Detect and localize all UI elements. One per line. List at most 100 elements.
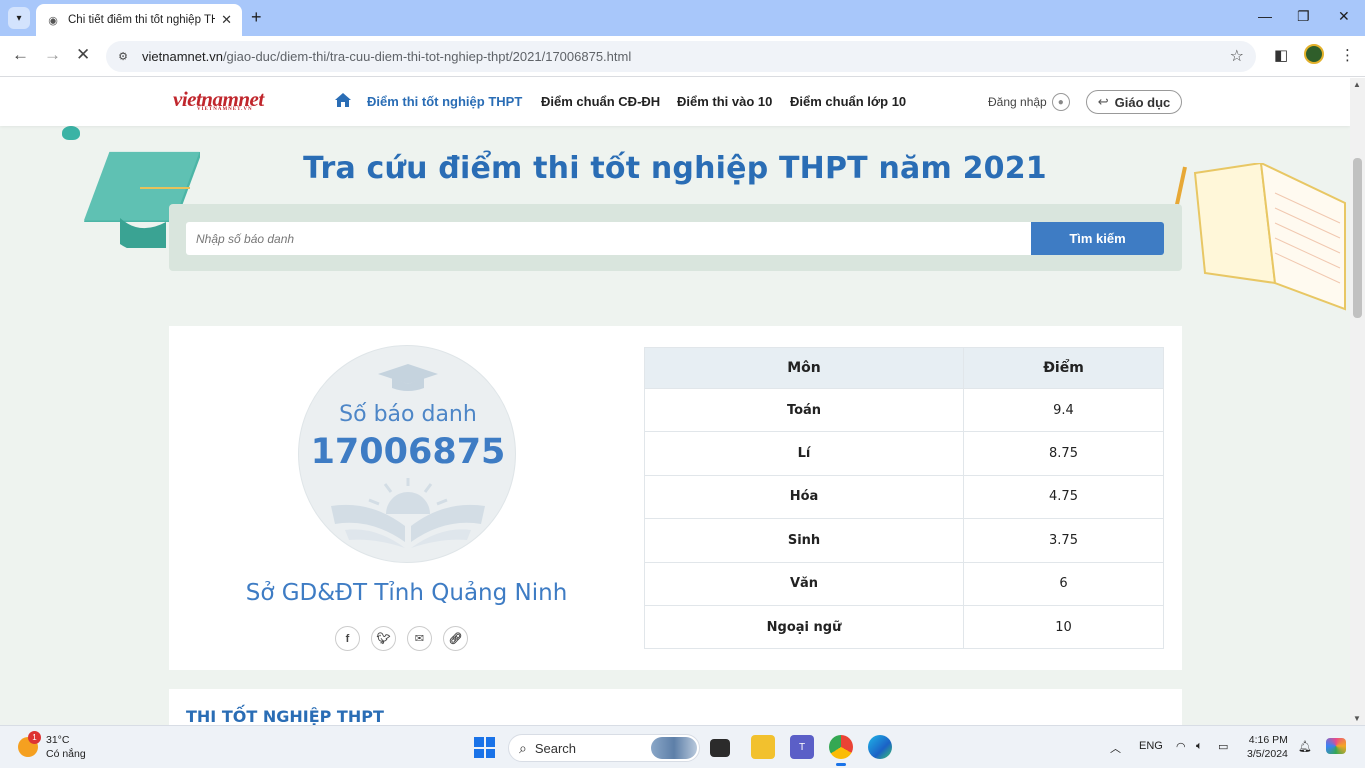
- url-text[interactable]: vietnamnet.vn/giao-duc/diem-thi/tra-cuu-…: [142, 49, 631, 64]
- subject-cell: Lí: [644, 431, 964, 476]
- email-icon[interactable]: ✉: [407, 626, 432, 651]
- table-header-row: Môn Điểm: [644, 347, 1164, 389]
- search-panel: Tìm kiếm: [169, 204, 1182, 271]
- nav-diem-thi-tot-nghiep[interactable]: Điểm thi tốt nghiệp THPT: [367, 94, 522, 109]
- subject-cell: Văn: [644, 561, 964, 606]
- weather-description: Có nắng: [46, 748, 86, 760]
- tab-favicon-icon: ◉: [48, 14, 58, 27]
- volume-icon[interactable]: 🔈︎: [1196, 740, 1203, 753]
- search-icon: ⌕: [519, 739, 527, 756]
- chrome-icon[interactable]: [829, 735, 853, 766]
- table-row: Toán 9.4: [644, 387, 1164, 433]
- graduation-cap-icon: [378, 364, 438, 391]
- score-cell: 4.75: [963, 474, 1164, 520]
- category-label: Giáo dục: [1114, 94, 1171, 110]
- site-header: vietnamnet VIETNAMNET.VN Điểm thi tốt ng…: [0, 78, 1350, 126]
- table-row: Ngoại ngữ 10: [644, 604, 1164, 650]
- notification-badge: 1: [28, 731, 41, 744]
- category-pill-button[interactable]: ↩ Giáo dục: [1086, 90, 1182, 114]
- section-card: THI TỐT NGHIỆP THPT: [169, 689, 1182, 725]
- url-path: /giao-duc/diem-thi/tra-cuu-diem-thi-tot-…: [222, 49, 632, 64]
- system-clock[interactable]: 4:16 PM 3/5/2024: [1247, 733, 1288, 761]
- scroll-down-arrow-icon[interactable]: ▼: [1353, 714, 1361, 723]
- department-name: Sở GD&ĐT Tỉnh Quảng Ninh: [245, 580, 568, 606]
- link-icon[interactable]: 🔗︎: [443, 626, 468, 651]
- facebook-icon[interactable]: f: [335, 626, 360, 651]
- twitter-icon[interactable]: 🐦︎: [371, 626, 396, 651]
- page-viewport: vietnamnet VIETNAMNET.VN Điểm thi tốt ng…: [0, 78, 1350, 725]
- home-icon[interactable]: [335, 93, 351, 107]
- address-bar[interactable]: ⚙ vietnamnet.vn/giao-duc/diem-thi/tra-cu…: [106, 41, 1256, 72]
- taskbar-search-label: Search: [534, 740, 577, 756]
- menu-kebab-icon[interactable]: ⋮: [1340, 46, 1355, 64]
- table-row: Sinh 3.75: [644, 518, 1164, 563]
- open-book-sunrise-icon: [331, 478, 485, 548]
- vietnamnet-logo[interactable]: vietnamnet VIETNAMNET.VN: [173, 87, 264, 112]
- score-cell: 9.4: [963, 387, 1164, 433]
- candidate-badge: Số báo danh 17006875: [298, 345, 516, 563]
- login-link[interactable]: Đăng nhập ●: [988, 93, 1070, 111]
- page-title: Tra cứu điểm thi tốt nghiệp THPT năm 202…: [303, 151, 1047, 186]
- window-close-button[interactable]: ✕: [1338, 8, 1350, 25]
- copilot-icon[interactable]: [1326, 738, 1346, 754]
- subject-cell: Toán: [644, 387, 964, 433]
- search-highlight-image: [651, 737, 697, 759]
- nav-diem-chuan-lop-10[interactable]: Điểm chuẩn lớp 10: [790, 94, 906, 109]
- wifi-icon[interactable]: ◠: [1176, 740, 1186, 753]
- task-view-icon[interactable]: [710, 739, 730, 757]
- clock-time: 4:16 PM: [1248, 734, 1288, 746]
- subject-cell: Hóa: [644, 474, 964, 520]
- new-tab-button[interactable]: +: [251, 8, 262, 26]
- bookmark-star-icon[interactable]: ☆: [1230, 46, 1244, 66]
- edge-icon[interactable]: [868, 735, 892, 759]
- side-panel-icon[interactable]: ◧: [1274, 46, 1288, 64]
- restore-button[interactable]: ❐: [1297, 8, 1310, 25]
- forward-arrow-icon[interactable]: →: [44, 45, 61, 65]
- back-arrow-icon[interactable]: ←: [12, 45, 29, 65]
- show-hidden-icons-chevron-icon[interactable]: ︿: [1110, 740, 1121, 756]
- teams-icon[interactable]: T: [790, 735, 814, 759]
- decorative-leaf-icon: [62, 126, 80, 140]
- language-indicator[interactable]: ENG: [1139, 740, 1163, 752]
- candidate-number: 17006875: [310, 432, 506, 472]
- score-cell: 8.75: [963, 431, 1164, 476]
- score-table: Môn Điểm Toán 9.4 Lí 8.75 Hóa 4.75 Sinh 3.75…: [644, 347, 1164, 650]
- tab-search-button[interactable]: ▾: [8, 7, 30, 29]
- candidate-number-input[interactable]: [186, 222, 1032, 255]
- section-title[interactable]: THI TỐT NGHIỆP THPT: [186, 707, 384, 725]
- notification-bell-icon[interactable]: 🔔︎: [1298, 740, 1312, 753]
- scroll-up-arrow-icon[interactable]: ▲: [1353, 80, 1361, 89]
- table-row: Hóa 4.75: [644, 474, 1164, 520]
- stop-loading-icon[interactable]: ✕: [76, 45, 90, 65]
- score-cell: 6: [963, 561, 1164, 606]
- search-button[interactable]: Tìm kiếm: [1031, 222, 1164, 255]
- column-header-score: Điểm: [963, 347, 1164, 389]
- nav-diem-chuan-cd-dh[interactable]: Điểm chuẩn CĐ-ĐH: [541, 94, 660, 109]
- scrollbar-thumb[interactable]: [1353, 158, 1362, 318]
- subject-cell: Ngoại ngữ: [644, 604, 964, 650]
- score-cell: 10: [963, 604, 1164, 650]
- windows-start-icon[interactable]: [474, 737, 495, 758]
- browser-tab[interactable]: ◉ Chi tiết điểm thi tốt nghiệp THPT ✕: [36, 4, 242, 36]
- table-row: Lí 8.75: [644, 431, 1164, 476]
- site-info-icon[interactable]: ⚙: [112, 46, 134, 68]
- minimize-button[interactable]: —: [1258, 8, 1272, 24]
- nav-diem-thi-vao-10[interactable]: Điểm thi vào 10: [677, 94, 772, 109]
- file-explorer-icon[interactable]: [751, 735, 775, 759]
- table-row: Văn 6: [644, 561, 1164, 606]
- battery-icon[interactable]: ▭: [1218, 740, 1228, 753]
- close-icon[interactable]: ✕: [221, 12, 232, 28]
- column-header-subject: Môn: [644, 347, 964, 389]
- url-domain: vietnamnet.vn: [142, 49, 223, 64]
- login-label: Đăng nhập: [988, 95, 1047, 109]
- badge-caption: Số báo danh: [339, 402, 477, 427]
- score-cell: 3.75: [963, 518, 1164, 563]
- result-card: Số báo danh 17006875 Sở GD&ĐT Tỉnh Quảng…: [169, 326, 1182, 670]
- user-icon: ●: [1051, 93, 1070, 111]
- profile-avatar[interactable]: [1304, 44, 1324, 64]
- taskbar-search[interactable]: ⌕ Search: [508, 734, 700, 762]
- clock-date: 3/5/2024: [1247, 748, 1288, 760]
- sun-icon: 1: [18, 731, 41, 757]
- weather-widget[interactable]: 1 31°C Có nắng: [18, 731, 86, 761]
- page-scrollbar[interactable]: ▲ ▼: [1350, 78, 1365, 725]
